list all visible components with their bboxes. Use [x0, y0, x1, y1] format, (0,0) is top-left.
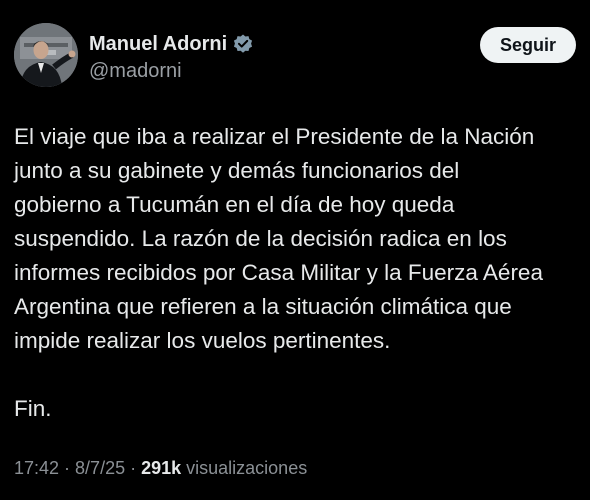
follow-button[interactable]: Seguir: [480, 27, 576, 63]
display-name-row: Manuel Adorni: [89, 31, 254, 57]
tweet-body: El viaje que iba a realizar el President…: [14, 120, 580, 426]
meta-separator: ·: [59, 458, 76, 478]
profile-photo-icon: [14, 23, 78, 87]
verified-badge-icon: [232, 33, 254, 55]
views-count[interactable]: 291k: [141, 458, 181, 478]
views-label: visualizaciones: [181, 458, 308, 478]
tweet-date[interactable]: 8/7/25: [75, 458, 125, 478]
tweet-time[interactable]: 17:42: [14, 458, 59, 478]
author-handle[interactable]: @madorni: [89, 60, 254, 83]
author-display-name[interactable]: Manuel Adorni: [89, 33, 227, 56]
author-block: Manuel Adorni @madorni: [89, 31, 254, 83]
tweet-meta: 17:42 · 8/7/25 · 291k visualizaciones: [14, 458, 307, 479]
avatar[interactable]: [14, 23, 78, 87]
tweet-paragraph: Fin.: [14, 396, 52, 421]
tweet-header: Manuel Adorni @madorni Seguir: [14, 23, 576, 89]
tweet-paragraph: El viaje que iba a realizar el President…: [14, 124, 543, 353]
meta-separator: ·: [125, 458, 142, 478]
